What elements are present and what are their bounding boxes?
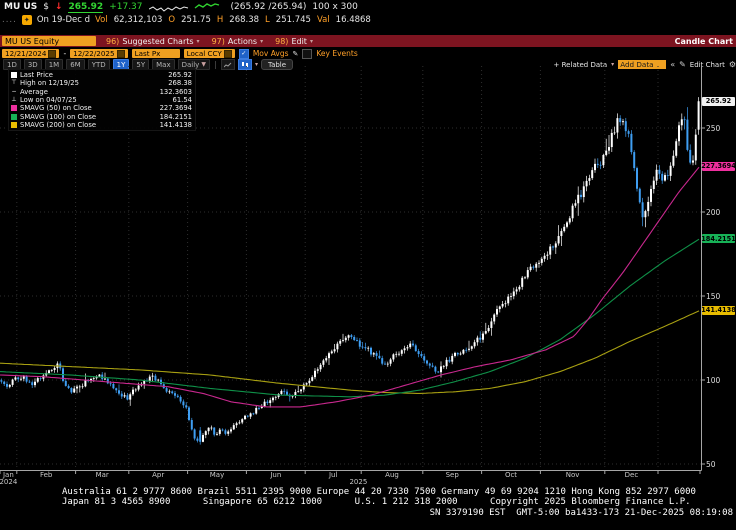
price-marker: 227.3694 bbox=[702, 162, 735, 171]
legend-value: 265.92 bbox=[168, 71, 192, 79]
month-label-feb: Feb bbox=[40, 471, 52, 479]
price-marker: 184.2151 bbox=[702, 234, 735, 243]
legend-value: 227.3694 bbox=[160, 104, 192, 112]
legend-marker-icon: ⊤ bbox=[11, 80, 17, 86]
legend-label: High on 12/19/25 bbox=[20, 79, 165, 87]
legend-label: Average bbox=[20, 88, 157, 96]
month-label-sep: Sep bbox=[446, 471, 459, 479]
month-label-mar: Mar bbox=[96, 471, 109, 479]
price-marker: 265.92 bbox=[702, 97, 735, 106]
legend-row-6[interactable]: SMAVG (100) on Close184.2151 bbox=[11, 112, 192, 120]
legend-row-4[interactable]: ⊥Low on 04/07/2561.54 bbox=[11, 96, 192, 104]
legend-label: SMAVG (100) on Close bbox=[20, 113, 157, 121]
legend-label: SMAVG (50) on Close bbox=[20, 104, 157, 112]
legend-value: 268.38 bbox=[168, 79, 192, 87]
y-axis-tick-label: 150 bbox=[706, 292, 720, 301]
legend-marker-icon bbox=[11, 122, 17, 128]
legend-marker-icon: ⊥ bbox=[11, 97, 17, 103]
sma200-line bbox=[0, 311, 699, 394]
month-label-nov: Nov bbox=[566, 471, 580, 479]
legend-label: Low on 04/07/25 bbox=[20, 96, 170, 104]
legend-marker-icon bbox=[11, 105, 17, 111]
month-label-apr: Apr bbox=[152, 471, 164, 479]
legend-value: 132.3603 bbox=[160, 88, 192, 96]
footer-session-line: SN 3379190 EST GMT-5:00 ba1433-173 21-De… bbox=[0, 508, 733, 518]
y-axis-tick-label: 250 bbox=[706, 124, 720, 133]
legend-marker-icon bbox=[11, 114, 17, 120]
legend-label: Last Price bbox=[20, 71, 165, 79]
legend-value: 141.4138 bbox=[160, 121, 192, 129]
legend-label: SMAVG (200) on Close bbox=[20, 121, 157, 129]
month-label-jul: Jul bbox=[329, 471, 337, 479]
footer-contact-line: Australia 61 2 9777 8600 Brazil 5511 239… bbox=[62, 487, 696, 497]
month-label-oct: Oct bbox=[505, 471, 517, 479]
chart-legend: Last Price265.92⊤High on 12/19/25268.38−… bbox=[8, 69, 196, 131]
y-axis-tick-label: 100 bbox=[706, 376, 720, 385]
legend-row-3[interactable]: −Average132.3603 bbox=[11, 88, 192, 96]
moving-averages bbox=[0, 167, 699, 407]
year-label-2024: 2024 bbox=[0, 478, 17, 486]
bloomberg-terminal-screen: { "quote_bar":{"ticker":"MU US","currenc… bbox=[0, 0, 736, 530]
legend-row-5[interactable]: SMAVG (50) on Close227.3694 bbox=[11, 104, 192, 112]
month-label-dec: Dec bbox=[625, 471, 639, 479]
legend-marker-icon bbox=[11, 72, 17, 78]
year-label-2025: 2025 bbox=[349, 478, 367, 486]
month-label-jun: Jun bbox=[270, 471, 281, 479]
y-axis-tick-label: 50 bbox=[706, 460, 716, 469]
legend-row-2[interactable]: ⊤High on 12/19/25268.38 bbox=[11, 79, 192, 87]
legend-row-1[interactable]: Last Price265.92 bbox=[11, 71, 192, 79]
sma50-line bbox=[0, 167, 699, 407]
month-label-aug: Aug bbox=[385, 471, 399, 479]
legend-row-7[interactable]: SMAVG (200) on Close141.4138 bbox=[11, 121, 192, 129]
legend-value: 61.54 bbox=[173, 96, 192, 104]
legend-marker-icon: − bbox=[11, 89, 17, 95]
price-marker: 141.4138 bbox=[702, 306, 735, 315]
y-axis-tick-label: 200 bbox=[706, 208, 720, 217]
month-label-may: May bbox=[210, 471, 224, 479]
footer-copyright-line: Japan 81 3 4565 8900 Singapore 65 6212 1… bbox=[62, 497, 691, 507]
legend-value: 184.2151 bbox=[160, 113, 192, 121]
candles bbox=[0, 97, 699, 444]
